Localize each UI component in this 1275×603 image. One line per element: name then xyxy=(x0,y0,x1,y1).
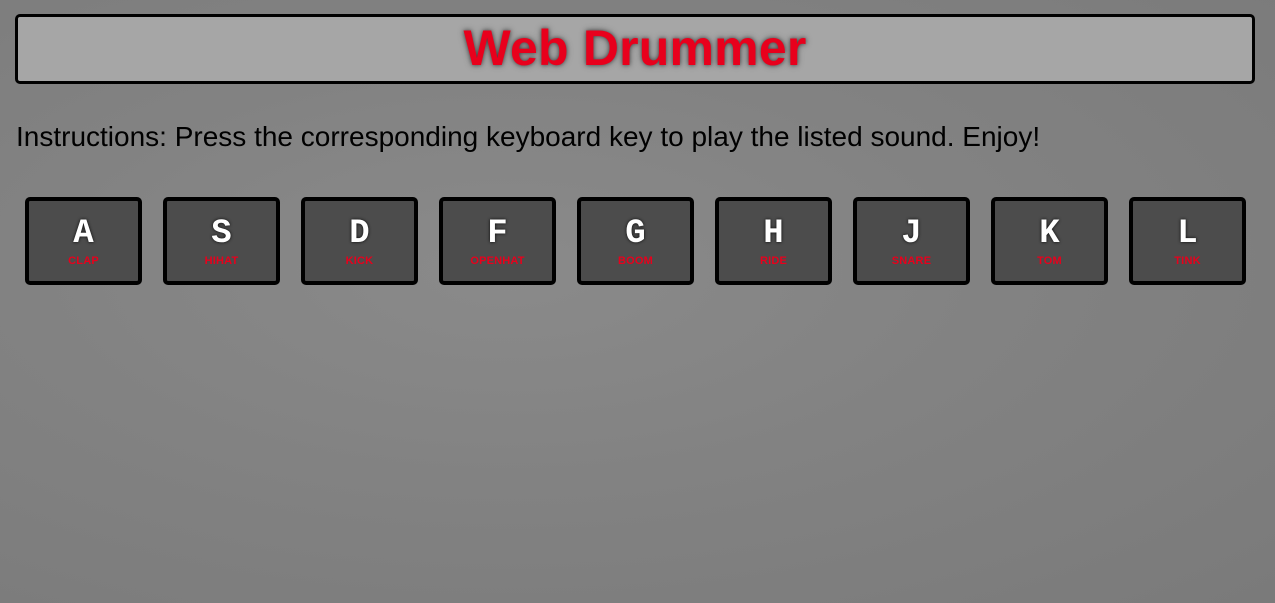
key-sound-label: SNARE xyxy=(891,255,932,267)
key-sound-label: TINK xyxy=(1174,255,1201,267)
drum-key-g[interactable]: G BOOM xyxy=(577,197,694,285)
key-sound-label: OPENHAT xyxy=(470,255,525,267)
key-sound-label: BOOM xyxy=(617,255,654,267)
key-sound-label: RIDE xyxy=(759,255,788,267)
drum-key-d[interactable]: D KICK xyxy=(301,197,418,285)
key-letter: H xyxy=(763,215,784,253)
drum-key-a[interactable]: A CLAP xyxy=(25,197,142,285)
instructions-text: Instructions: Press the corresponding ke… xyxy=(16,121,1041,152)
key-sound-label: HIHAT xyxy=(204,255,239,267)
key-letter: L xyxy=(1177,215,1198,253)
drum-key-j[interactable]: J SNARE xyxy=(853,197,970,285)
key-letter: G xyxy=(625,215,646,253)
key-sound-label: CLAP xyxy=(68,255,99,267)
page-title: Web Drummer xyxy=(463,20,807,76)
key-letter: K xyxy=(1039,215,1060,253)
drum-keys: A CLAP S HIHAT D KICK F OPENHAT G BOOM H… xyxy=(25,197,1246,285)
drum-key-s[interactable]: S HIHAT xyxy=(163,197,280,285)
drum-key-k[interactable]: K TOM xyxy=(991,197,1108,285)
key-letter: F xyxy=(487,215,508,253)
header-bar: Web Drummer xyxy=(15,14,1255,84)
key-sound-label: KICK xyxy=(345,255,374,267)
key-letter: A xyxy=(73,215,94,253)
key-letter: D xyxy=(349,215,370,253)
key-letter: J xyxy=(901,215,922,253)
key-sound-label: TOM xyxy=(1037,255,1062,267)
key-letter: S xyxy=(211,215,232,253)
drum-key-h[interactable]: H RIDE xyxy=(715,197,832,285)
drum-key-f[interactable]: F OPENHAT xyxy=(439,197,556,285)
drum-key-l[interactable]: L TINK xyxy=(1129,197,1246,285)
